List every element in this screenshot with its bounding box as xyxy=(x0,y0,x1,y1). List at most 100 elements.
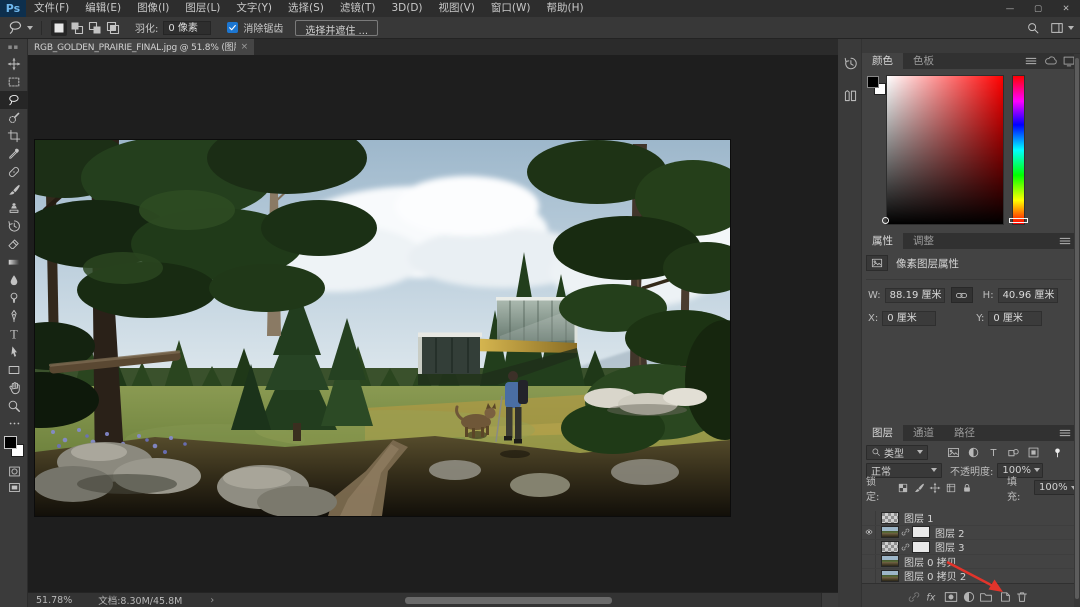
width-value[interactable]: 88.19 厘米 xyxy=(885,288,945,303)
hand-tool[interactable] xyxy=(0,379,28,397)
toolbar-collapse-icon[interactable]: ▪▪ xyxy=(0,38,27,55)
filter-pixel-layers-icon[interactable] xyxy=(946,445,960,459)
rectangle-tool[interactable] xyxy=(0,361,28,379)
filter-type-layers-icon[interactable]: T xyxy=(986,445,1000,459)
menu-3d[interactable]: 3D(D) xyxy=(383,0,430,17)
x-value[interactable]: 0 厘米 xyxy=(882,311,936,326)
panel-menu-icon[interactable] xyxy=(1024,54,1038,68)
lock-artboard-icon[interactable] xyxy=(944,481,957,494)
feather-input[interactable]: 0 像素 xyxy=(163,21,211,35)
close-button[interactable]: ✕ xyxy=(1052,0,1080,17)
history-brush-tool[interactable] xyxy=(0,217,28,235)
tab-layers[interactable]: 图层 xyxy=(862,425,903,441)
layer-mask-thumbnail[interactable] xyxy=(912,541,930,553)
tool-preset-caret-icon[interactable] xyxy=(27,26,33,30)
lock-all-icon[interactable] xyxy=(960,481,973,494)
screen-mode-button[interactable] xyxy=(0,479,28,495)
horizontal-scrollbar[interactable] xyxy=(405,597,612,604)
visibility-toggle[interactable] xyxy=(862,569,876,583)
menu-filter[interactable]: 滤镜(T) xyxy=(332,0,384,17)
clone-stamp-tool[interactable] xyxy=(0,199,28,217)
hue-slider[interactable] xyxy=(1012,75,1025,225)
eyedropper-tool[interactable] xyxy=(0,145,28,163)
menu-help[interactable]: 帮助(H) xyxy=(539,0,592,17)
lock-transparency-icon[interactable] xyxy=(896,481,909,494)
move-tool[interactable] xyxy=(0,55,28,73)
workspace-caret-icon[interactable] xyxy=(1068,26,1074,30)
marquee-tool[interactable] xyxy=(0,73,28,91)
layer-name[interactable]: 图层 2 xyxy=(935,525,965,540)
tab-paths[interactable]: 路径 xyxy=(944,425,985,441)
visibility-toggle[interactable] xyxy=(862,555,876,569)
layer-thumbnail[interactable] xyxy=(881,541,899,553)
spot-healing-tool[interactable] xyxy=(0,163,28,181)
lock-pixels-icon[interactable] xyxy=(912,481,925,494)
layer-name[interactable]: 图层 3 xyxy=(935,539,965,554)
panel-menu-icon[interactable] xyxy=(1058,234,1072,248)
add-mask-button[interactable] xyxy=(943,589,958,604)
layer-row[interactable]: 图层 2 xyxy=(862,526,1074,541)
select-and-mask-button[interactable]: 选择并遮住 ... xyxy=(295,20,378,36)
foreground-color-swatch[interactable] xyxy=(4,436,17,449)
type-tool[interactable]: T xyxy=(0,325,28,343)
layer-row[interactable]: 图层 0 拷贝 xyxy=(862,555,1074,570)
minimize-button[interactable]: — xyxy=(996,0,1024,17)
filter-smart-objects-icon[interactable] xyxy=(1026,445,1040,459)
visibility-toggle[interactable] xyxy=(862,511,876,525)
layer-row[interactable]: 图层 3 xyxy=(862,540,1074,555)
delete-layer-button[interactable] xyxy=(1014,589,1029,604)
menu-layer[interactable]: 图层(L) xyxy=(177,0,228,17)
crop-tool[interactable] xyxy=(0,127,28,145)
history-panel-icon[interactable] xyxy=(838,50,862,76)
menu-select[interactable]: 选择(S) xyxy=(280,0,332,17)
quick-mask-button[interactable] xyxy=(0,463,28,479)
layer-name[interactable]: 图层 1 xyxy=(904,511,934,525)
tab-adjustments[interactable]: 调整 xyxy=(903,233,944,249)
visibility-toggle[interactable] xyxy=(862,540,876,554)
current-tool-icon[interactable] xyxy=(7,19,24,36)
layer-row[interactable]: 图层 1 xyxy=(862,511,1074,526)
layer-thumbnail[interactable] xyxy=(881,512,899,524)
document-image[interactable] xyxy=(35,140,730,516)
layer-name[interactable]: 图层 0 拷贝 2 xyxy=(904,568,966,583)
zoom-tool[interactable] xyxy=(0,397,28,415)
layer-name[interactable]: 图层 0 拷贝 xyxy=(904,554,957,569)
menu-type[interactable]: 文字(Y) xyxy=(228,0,280,17)
menu-edit[interactable]: 编辑(E) xyxy=(77,0,129,17)
panel-scrollbar[interactable] xyxy=(1074,54,1080,607)
color-picker-marker[interactable] xyxy=(882,217,889,224)
libraries-panel-icon[interactable] xyxy=(838,82,862,108)
add-to-selection-button[interactable] xyxy=(69,20,85,36)
layer-thumbnail[interactable] xyxy=(881,526,899,538)
tab-color[interactable]: 颜色 xyxy=(862,53,903,69)
hue-slider-marker[interactable] xyxy=(1009,218,1028,223)
workspace-switcher-icon[interactable] xyxy=(1050,21,1064,35)
adjustment-layer-button[interactable] xyxy=(961,589,976,604)
height-value[interactable]: 40.96 厘米 xyxy=(998,288,1058,303)
edit-toolbar-icon[interactable] xyxy=(0,415,28,431)
foreground-color-swatch-small[interactable] xyxy=(867,76,879,88)
layer-row[interactable]: 图层 0 拷贝 2 xyxy=(862,569,1074,584)
layer-thumbnail[interactable] xyxy=(881,570,899,582)
link-dimensions-icon[interactable] xyxy=(951,287,973,303)
tab-channels[interactable]: 通道 xyxy=(903,425,944,441)
lasso-tool[interactable] xyxy=(0,91,28,109)
menu-window[interactable]: 窗口(W) xyxy=(483,0,539,17)
creative-cloud-icon[interactable] xyxy=(1044,54,1058,68)
saturation-brightness-field[interactable] xyxy=(886,75,1004,225)
y-value[interactable]: 0 厘米 xyxy=(988,311,1042,326)
status-menu-arrow-icon[interactable]: › xyxy=(210,595,214,606)
menu-image[interactable]: 图像(I) xyxy=(129,0,177,17)
tab-swatches[interactable]: 色板 xyxy=(903,53,944,69)
layer-thumbnail[interactable] xyxy=(881,555,899,567)
search-icon[interactable] xyxy=(1026,21,1040,35)
new-selection-button[interactable] xyxy=(51,20,67,36)
lock-position-icon[interactable] xyxy=(928,481,941,494)
dodge-tool[interactable] xyxy=(0,289,28,307)
eraser-tool[interactable] xyxy=(0,235,28,253)
layer-style-button[interactable]: fx xyxy=(924,589,939,604)
document-tab[interactable]: RGB_GOLDEN_PRAIRIE_FINAL.jpg @ 51.8% (图层… xyxy=(28,38,254,55)
visibility-toggle[interactable] xyxy=(862,526,876,540)
link-layers-button[interactable] xyxy=(906,589,921,604)
zoom-level[interactable]: 51.78% xyxy=(36,595,72,606)
